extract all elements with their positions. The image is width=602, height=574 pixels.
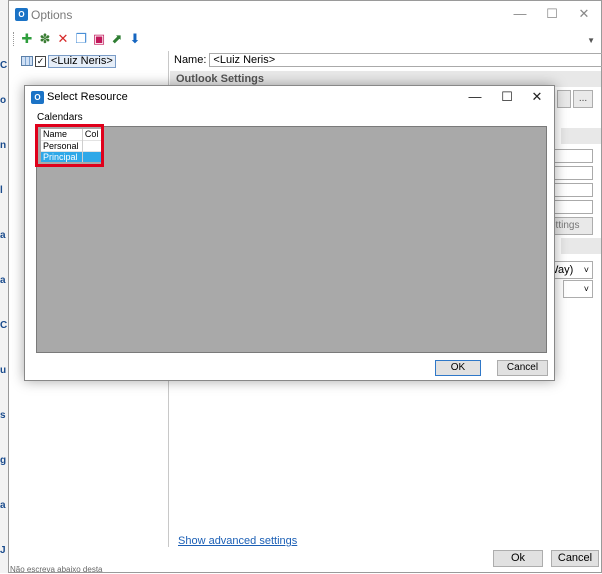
- tree-item-label: <Luiz Neris>: [48, 54, 116, 68]
- dialog-ok-button[interactable]: OK: [435, 360, 481, 376]
- background-list-fragment: n: [0, 140, 7, 151]
- background-list-fragment: g: [0, 455, 7, 466]
- copy-icon[interactable]: ❐: [73, 31, 89, 47]
- name-input[interactable]: <Luiz Neris>: [209, 53, 602, 67]
- background-list-fragment: o: [0, 95, 7, 106]
- dialog-minimize-button[interactable]: —: [460, 87, 490, 107]
- delete-icon[interactable]: ✕: [55, 31, 71, 47]
- calendar-grid-icon: [21, 56, 33, 66]
- name-label: Name:: [174, 54, 207, 66]
- resource-grid-area: Name Col Personal Principal: [36, 126, 547, 353]
- background-app-list: C o n l a a C u s g a J: [0, 0, 8, 573]
- close-button[interactable]: ✕: [569, 4, 599, 24]
- background-list-fragment: J: [0, 545, 6, 556]
- dialog-app-icon: O: [31, 91, 44, 104]
- background-list-fragment: u: [0, 365, 7, 376]
- ok-button[interactable]: Ok: [493, 550, 543, 567]
- add-shared-icon[interactable]: ✽: [37, 31, 53, 47]
- toolbar-grip[interactable]: [13, 32, 15, 46]
- options-titlebar[interactable]: O Options — ☐ ✕: [9, 1, 601, 28]
- name-row: Name: <Luiz Neris>: [174, 53, 602, 67]
- tree-item-account[interactable]: ✓ <Luiz Neris>: [21, 54, 116, 68]
- dialog-close-button[interactable]: ✕: [522, 87, 552, 107]
- section-header-partial: [561, 128, 601, 144]
- chevron-down-icon: ˅: [583, 265, 589, 275]
- import-icon[interactable]: ⬇: [127, 31, 143, 47]
- background-list-fragment: a: [0, 500, 6, 511]
- export-icon[interactable]: ⬈: [109, 31, 125, 47]
- background-list-fragment: l: [0, 185, 3, 196]
- remove-icon[interactable]: ▣: [91, 31, 107, 47]
- options-toolbar: ✚ ✽ ✕ ❐ ▣ ⬈ ⬇ ▼: [9, 28, 601, 50]
- background-list-fragment: C: [0, 60, 8, 71]
- toolbar-overflow-icon[interactable]: ▼: [587, 36, 595, 45]
- annotation-highlight-box: [35, 124, 104, 167]
- add-icon[interactable]: ✚: [19, 31, 35, 47]
- maximize-button[interactable]: ☐: [537, 4, 567, 24]
- second-combo[interactable]: ˅: [563, 280, 593, 298]
- minimize-button[interactable]: —: [505, 4, 535, 24]
- section-header-partial-2: [561, 238, 601, 254]
- browse-button[interactable]: ...: [573, 90, 593, 108]
- cancel-button[interactable]: Cancel: [551, 550, 599, 567]
- background-list-fragment: a: [0, 275, 6, 286]
- show-advanced-settings-link[interactable]: Show advanced settings: [178, 535, 297, 547]
- partial-button[interactable]: [557, 90, 571, 108]
- chevron-down-icon: ˅: [583, 284, 589, 294]
- dialog-title: Select Resource: [47, 91, 128, 103]
- options-title: Options: [31, 8, 73, 22]
- background-list-fragment: s: [0, 410, 6, 421]
- tab-calendars[interactable]: Calendars: [34, 111, 86, 124]
- dialog-cancel-button[interactable]: Cancel: [497, 360, 548, 376]
- account-checkbox[interactable]: ✓: [35, 55, 46, 67]
- app-icon: O: [15, 8, 28, 21]
- background-list-fragment: a: [0, 230, 6, 241]
- background-list-fragment: C: [0, 320, 8, 331]
- dialog-maximize-button[interactable]: ☐: [492, 87, 522, 107]
